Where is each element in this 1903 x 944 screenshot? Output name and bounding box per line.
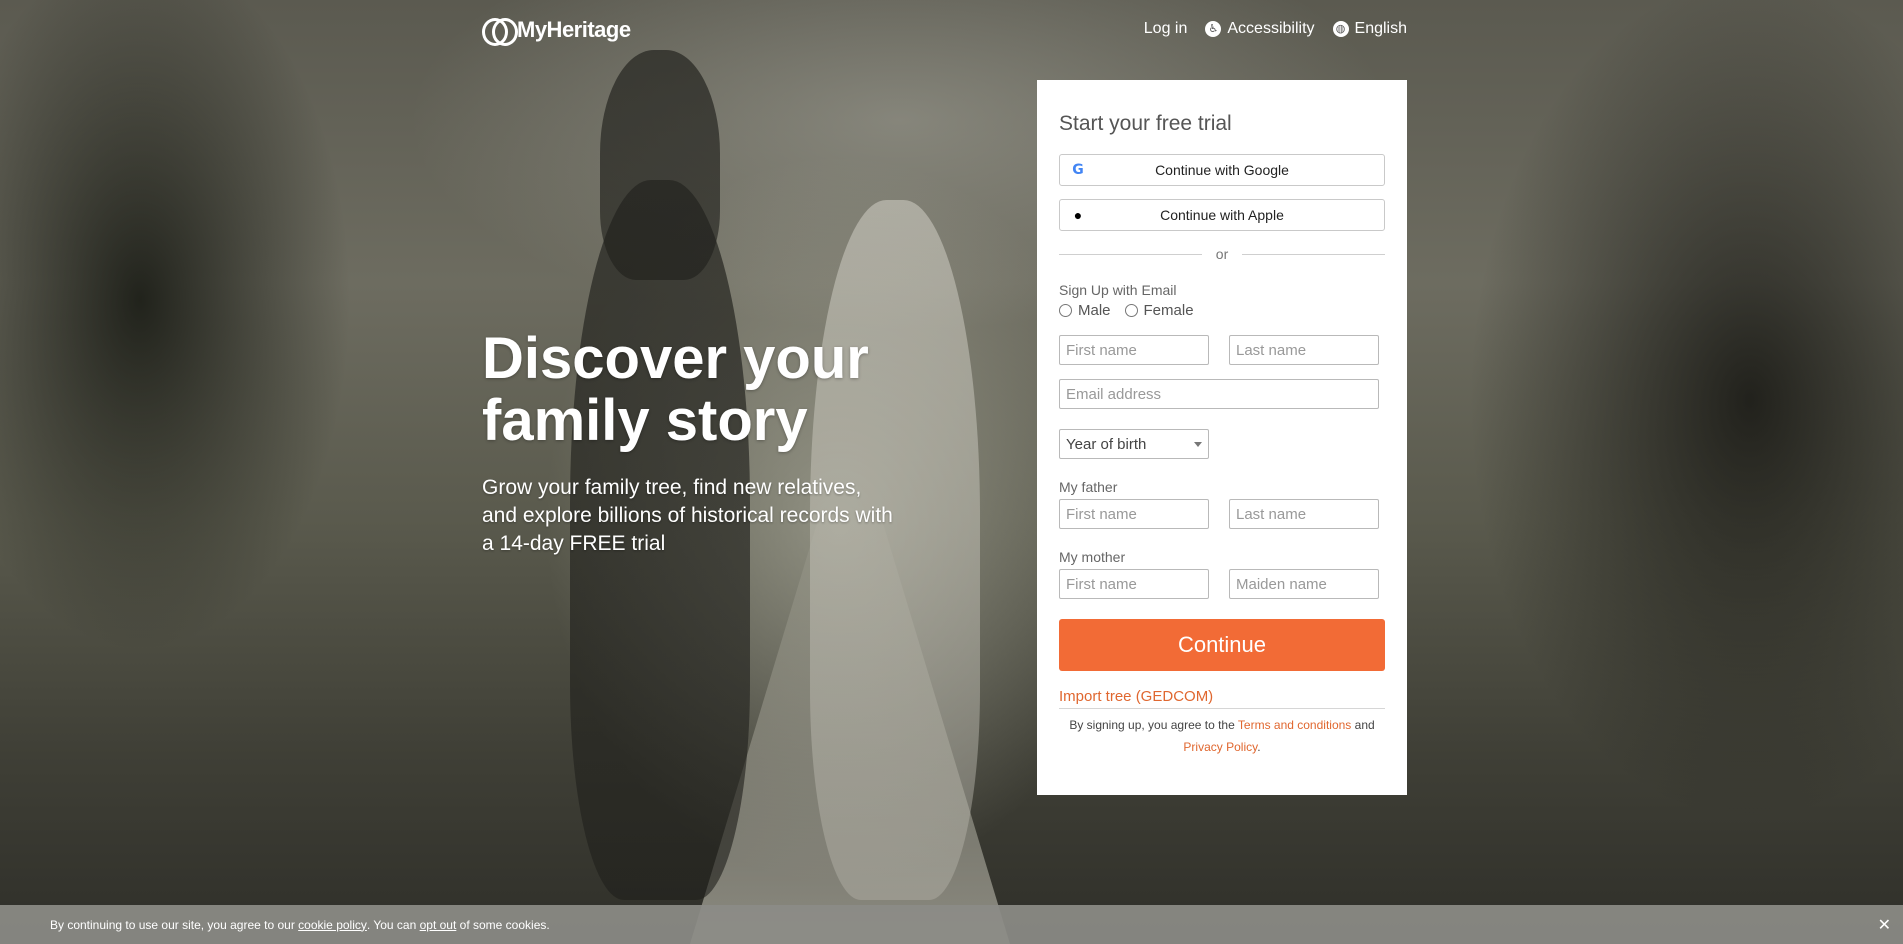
year-of-birth-select[interactable]: Year of birth — [1059, 429, 1209, 459]
globe-icon: ◍ — [1332, 21, 1349, 37]
hero-title-line1: Discover your — [482, 326, 869, 391]
apple-icon: ● — [1073, 207, 1083, 223]
terms-prefix: By signing up, you agree to the — [1069, 718, 1235, 732]
father-row: First name Last name — [1059, 499, 1385, 529]
hero: Discover your family story Grow your fam… — [482, 328, 952, 558]
cookie-policy-link[interactable]: cookie policy — [298, 918, 367, 932]
login-link[interactable]: Log in — [1144, 20, 1188, 38]
father-label: My father — [1059, 479, 1118, 495]
hero-subtitle: Grow your family tree, find new relative… — [482, 474, 952, 558]
import-gedcom-link[interactable]: Import tree (GEDCOM) — [1059, 688, 1385, 709]
hero-title-line2: family story — [482, 388, 808, 453]
opt-out-link[interactable]: opt out — [420, 918, 457, 932]
terms-suffix: . — [1257, 740, 1261, 754]
google-signin-button[interactable]: G Continue with Google — [1059, 154, 1385, 186]
apple-signin-label: Continue with Apple — [1160, 207, 1284, 223]
year-of-birth-value: Year of birth — [1066, 435, 1147, 453]
gender-female-radio[interactable] — [1124, 304, 1138, 317]
signup-title: Start your free trial — [1059, 112, 1232, 135]
background-figure-child — [600, 50, 720, 280]
gender-male-option[interactable]: Male — [1059, 302, 1111, 319]
first-name-input[interactable]: First name — [1059, 335, 1209, 365]
mother-row: First name Maiden name — [1059, 569, 1385, 599]
mother-first-name-input[interactable]: First name — [1059, 569, 1209, 599]
email-signup-heading: Sign Up with Email — [1059, 282, 1177, 298]
cookie-bar: By continuing to use our site, you agree… — [0, 905, 1903, 944]
google-signin-label: Continue with Google — [1155, 162, 1289, 178]
name-row: First name Last name — [1059, 335, 1385, 365]
last-name-input[interactable]: Last name — [1229, 335, 1379, 365]
email-row: Email address — [1059, 379, 1385, 409]
logo-mark-icon — [482, 18, 518, 46]
mother-maiden-name-input[interactable]: Maiden name — [1229, 569, 1379, 599]
continue-button[interactable]: Continue — [1059, 619, 1385, 671]
gender-female-label: Female — [1143, 302, 1194, 319]
terms-text: By signing up, you agree to the Terms an… — [1059, 714, 1385, 758]
header: MyHeritage Log in ♿ Accessibility ◍ Engl… — [0, 0, 1903, 60]
apple-signin-button[interactable]: ● Continue with Apple — [1059, 199, 1385, 231]
signup-card: Start your free trial G Continue with Go… — [1037, 80, 1407, 795]
top-nav: Log in ♿ Accessibility ◍ English — [1144, 20, 1407, 38]
hero-title: Discover your family story — [482, 328, 952, 452]
chevron-down-icon — [1194, 441, 1202, 447]
cookie-text-1: By continuing to use our site, you agree… — [50, 917, 295, 932]
accessibility-link[interactable]: ♿ Accessibility — [1205, 20, 1315, 38]
gender-female-option[interactable]: Female — [1124, 302, 1194, 319]
father-first-name-input[interactable]: First name — [1059, 499, 1209, 529]
email-input[interactable]: Email address — [1059, 379, 1379, 409]
gender-radio-group: Male Female — [1059, 302, 1385, 319]
privacy-policy-link[interactable]: Privacy Policy — [1183, 740, 1257, 754]
gender-male-label: Male — [1078, 302, 1111, 319]
hero-subtitle-line2: and explore billions of historical recor… — [482, 504, 893, 527]
accessibility-label: Accessibility — [1227, 20, 1315, 37]
terms-link[interactable]: Terms and conditions — [1238, 718, 1351, 732]
cookie-text-2: . You can — [366, 917, 417, 932]
hero-subtitle-line1: Grow your family tree, find new relative… — [482, 476, 862, 499]
father-last-name-input[interactable]: Last name — [1229, 499, 1379, 529]
or-divider: or — [1059, 246, 1385, 262]
language-label: English — [1354, 20, 1407, 37]
logo[interactable]: MyHeritage — [482, 16, 631, 46]
mother-label: My mother — [1059, 549, 1126, 565]
gender-male-radio[interactable] — [1059, 304, 1072, 317]
google-icon: G — [1072, 162, 1084, 178]
terms-and: and — [1354, 718, 1375, 732]
hero-subtitle-line3: a 14-day FREE trial — [482, 532, 666, 555]
cookie-text-3: of some cookies. — [459, 917, 550, 932]
language-selector[interactable]: ◍ English — [1332, 20, 1407, 38]
logo-text: MyHeritage — [517, 17, 631, 42]
close-icon[interactable]: ✕ — [1878, 915, 1891, 935]
accessibility-icon: ♿ — [1205, 21, 1222, 37]
or-divider-text: or — [1215, 246, 1229, 262]
